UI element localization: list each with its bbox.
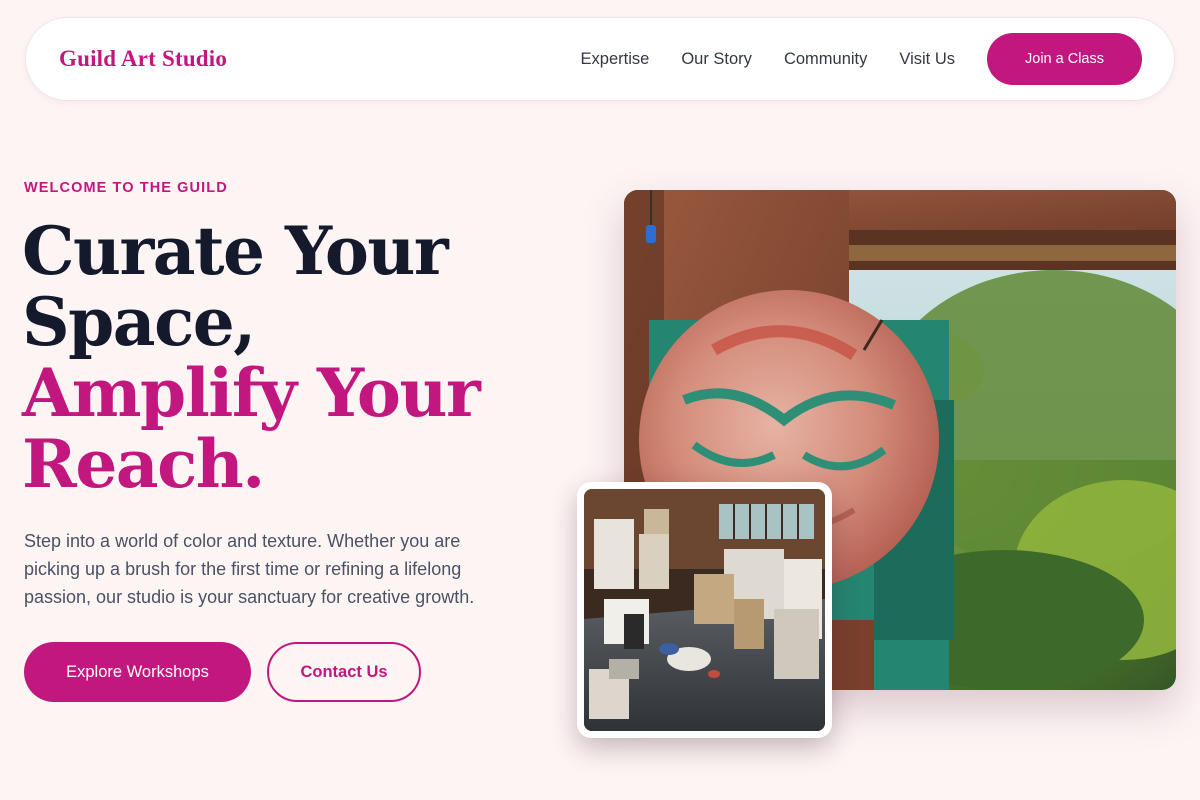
nav-right-group: Expertise Our Story Community Visit Us J… [581,33,1142,85]
headline-line-3: Amplify Your [22,354,481,432]
headline-line-4: Reach. [22,425,265,503]
studio-interior-photo [577,482,832,738]
join-class-button[interactable]: Join a Class [987,33,1142,85]
nav-link-community[interactable]: Community [784,50,867,69]
nav-link-our-story[interactable]: Our Story [681,50,752,69]
headline-line-2: Space, [22,283,256,361]
contact-us-button[interactable]: Contact Us [267,642,421,702]
explore-workshops-button[interactable]: Explore Workshops [24,642,251,702]
nav-links: Expertise Our Story Community Visit Us [581,50,955,69]
nav-link-visit-us[interactable]: Visit Us [899,50,955,69]
nav-link-expertise[interactable]: Expertise [581,50,650,69]
hero-eyebrow: WELCOME TO THE GUILD [24,180,228,196]
headline-line-1: Curate Your [22,212,449,290]
brand-logo[interactable]: Guild Art Studio [59,46,227,72]
hero-description: Step into a world of color and texture. … [24,531,475,607]
top-navbar: Guild Art Studio Expertise Our Story Com… [25,17,1175,101]
landing-page: Guild Art Studio Expertise Our Story Com… [0,0,1200,800]
hero-headline: Curate Your Space, Amplify Your Reach. [22,216,582,500]
